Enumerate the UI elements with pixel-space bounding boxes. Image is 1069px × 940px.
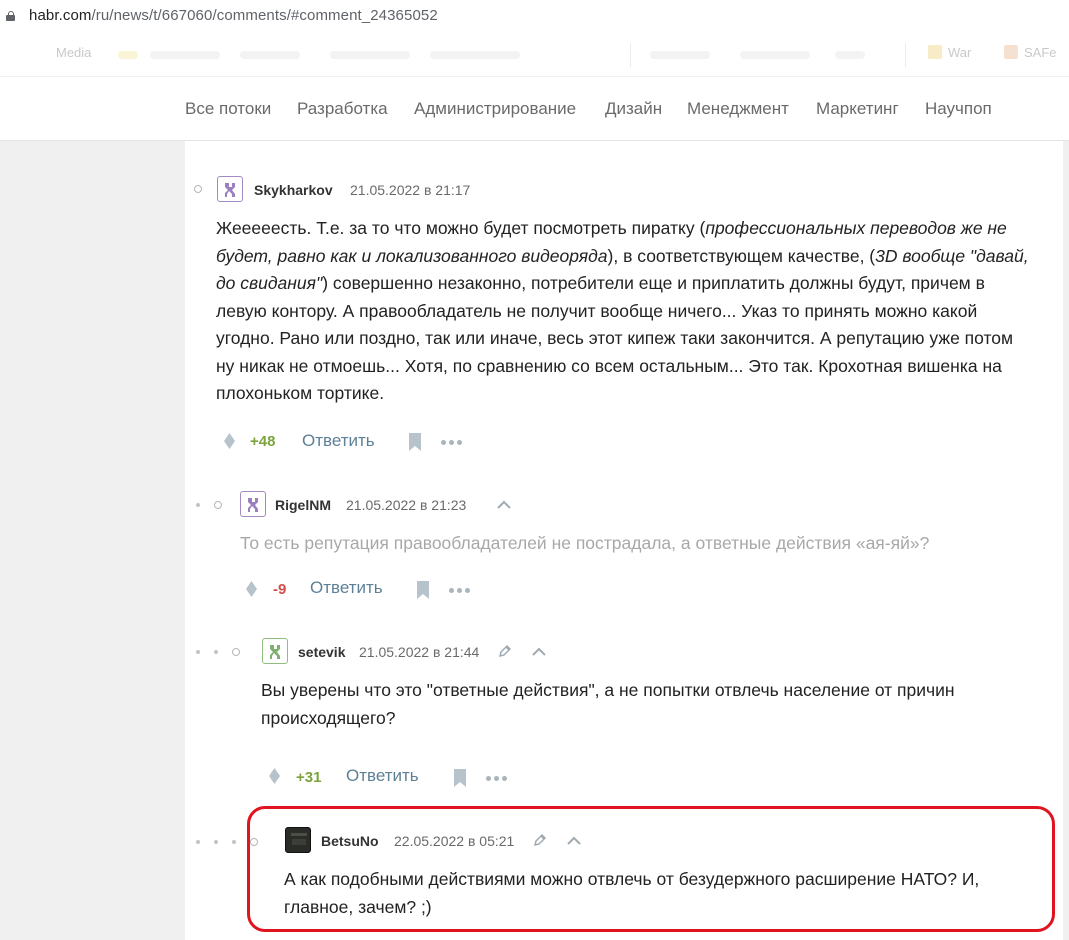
reply-button[interactable]: Ответить — [310, 578, 383, 598]
comment-date[interactable]: 21.05.2022 в 21:44 — [359, 644, 479, 660]
bookmark-placeholder — [835, 51, 865, 59]
comment-text: То есть репутация правообладателей не по… — [240, 533, 930, 553]
nav-administration[interactable]: Администрирование — [414, 99, 576, 119]
thread-level-indicator — [194, 185, 202, 193]
more-options-icon[interactable] — [486, 776, 507, 781]
bookmark-placeholder — [330, 51, 410, 59]
edit-icon[interactable] — [533, 833, 547, 847]
bookmark-folder-icon — [118, 51, 138, 59]
vote-icon[interactable] — [269, 768, 280, 784]
flows-navigation: Все потоки Разработка Администрирование … — [0, 77, 1069, 141]
bookmark-separator — [630, 43, 631, 67]
comment-date[interactable]: 22.05.2022 в 05:21 — [394, 833, 514, 849]
comment-date[interactable]: 21.05.2022 в 21:23 — [346, 497, 466, 513]
comment-author[interactable]: BetsuNo — [321, 833, 379, 849]
comment-text: Жееееесть. Т.е. за то что можно будет по… — [216, 218, 1029, 403]
habr-avatar-icon — [225, 183, 235, 197]
comment-text: Вы уверены что это "ответные действия", … — [261, 680, 955, 728]
user-avatar[interactable] — [217, 176, 243, 202]
reply-button[interactable]: Ответить — [346, 766, 419, 786]
bookmark-separator — [905, 43, 906, 67]
url-text[interactable]: habr.com/ru/news/t/667060/comments/#comm… — [29, 7, 438, 24]
nav-design[interactable]: Дизайн — [605, 99, 662, 119]
thread-level-indicator — [196, 838, 258, 846]
nav-development[interactable]: Разработка — [297, 99, 388, 119]
bookmark-placeholder — [650, 51, 710, 59]
reply-button[interactable]: Ответить — [302, 431, 375, 451]
go-to-parent-icon[interactable] — [567, 836, 581, 845]
nav-marketing[interactable]: Маркетинг — [816, 99, 899, 119]
more-options-icon[interactable] — [449, 588, 470, 593]
user-avatar[interactable] — [285, 827, 311, 853]
comment-author[interactable]: setevik — [298, 644, 345, 660]
thread-level-indicator — [196, 501, 222, 509]
user-avatar[interactable] — [240, 491, 266, 517]
thread-level-indicator — [196, 648, 240, 656]
bookmark-placeholder — [740, 51, 810, 59]
comment-score: +31 — [296, 769, 322, 786]
comment-score: -9 — [273, 581, 287, 598]
bookmark-placeholder — [240, 51, 300, 59]
bookmark-placeholder — [150, 51, 220, 59]
bookmark-icon[interactable] — [416, 581, 430, 599]
user-avatar[interactable] — [262, 638, 288, 664]
habr-avatar-icon — [270, 645, 280, 659]
nav-all-flows[interactable]: Все потоки — [185, 99, 271, 119]
bookmark-war[interactable]: War — [928, 45, 971, 60]
comment-text: А как подобными действиями можно отвлечь… — [284, 869, 980, 917]
lock-icon — [6, 11, 15, 21]
comments-thread: Skykharkov 21.05.2022 в 21:17 Жееееесть.… — [185, 141, 1063, 940]
bookmark-media[interactable]: Media — [56, 45, 91, 60]
go-to-parent-icon[interactable] — [497, 500, 511, 509]
habr-avatar-icon — [248, 498, 258, 512]
more-options-icon[interactable] — [441, 440, 462, 445]
go-to-parent-icon[interactable] — [532, 647, 546, 656]
comment-score: +48 — [250, 433, 276, 450]
comment-author[interactable]: RigelNM — [275, 497, 331, 513]
vote-icon[interactable] — [224, 433, 235, 449]
vote-icon[interactable] — [246, 581, 257, 597]
link-icon — [1004, 45, 1018, 59]
bookmark-placeholder — [430, 51, 520, 59]
user-avatar-image-icon — [291, 833, 307, 845]
bookmarks-bar: Media War SAFe — [0, 33, 1069, 77]
folder-icon — [928, 45, 942, 59]
browser-url-bar[interactable]: habr.com/ru/news/t/667060/comments/#comm… — [0, 0, 1069, 33]
edit-icon[interactable] — [498, 644, 512, 658]
bookmark-icon[interactable] — [408, 433, 422, 451]
bookmark-icon[interactable] — [453, 769, 467, 787]
comment-author[interactable]: Skykharkov — [254, 182, 333, 198]
bookmark-safe[interactable]: SAFe — [1004, 45, 1057, 60]
nav-management[interactable]: Менеджмент — [687, 99, 789, 119]
nav-popular-science[interactable]: Научпоп — [925, 99, 992, 119]
comment-date[interactable]: 21.05.2022 в 21:17 — [350, 182, 470, 198]
